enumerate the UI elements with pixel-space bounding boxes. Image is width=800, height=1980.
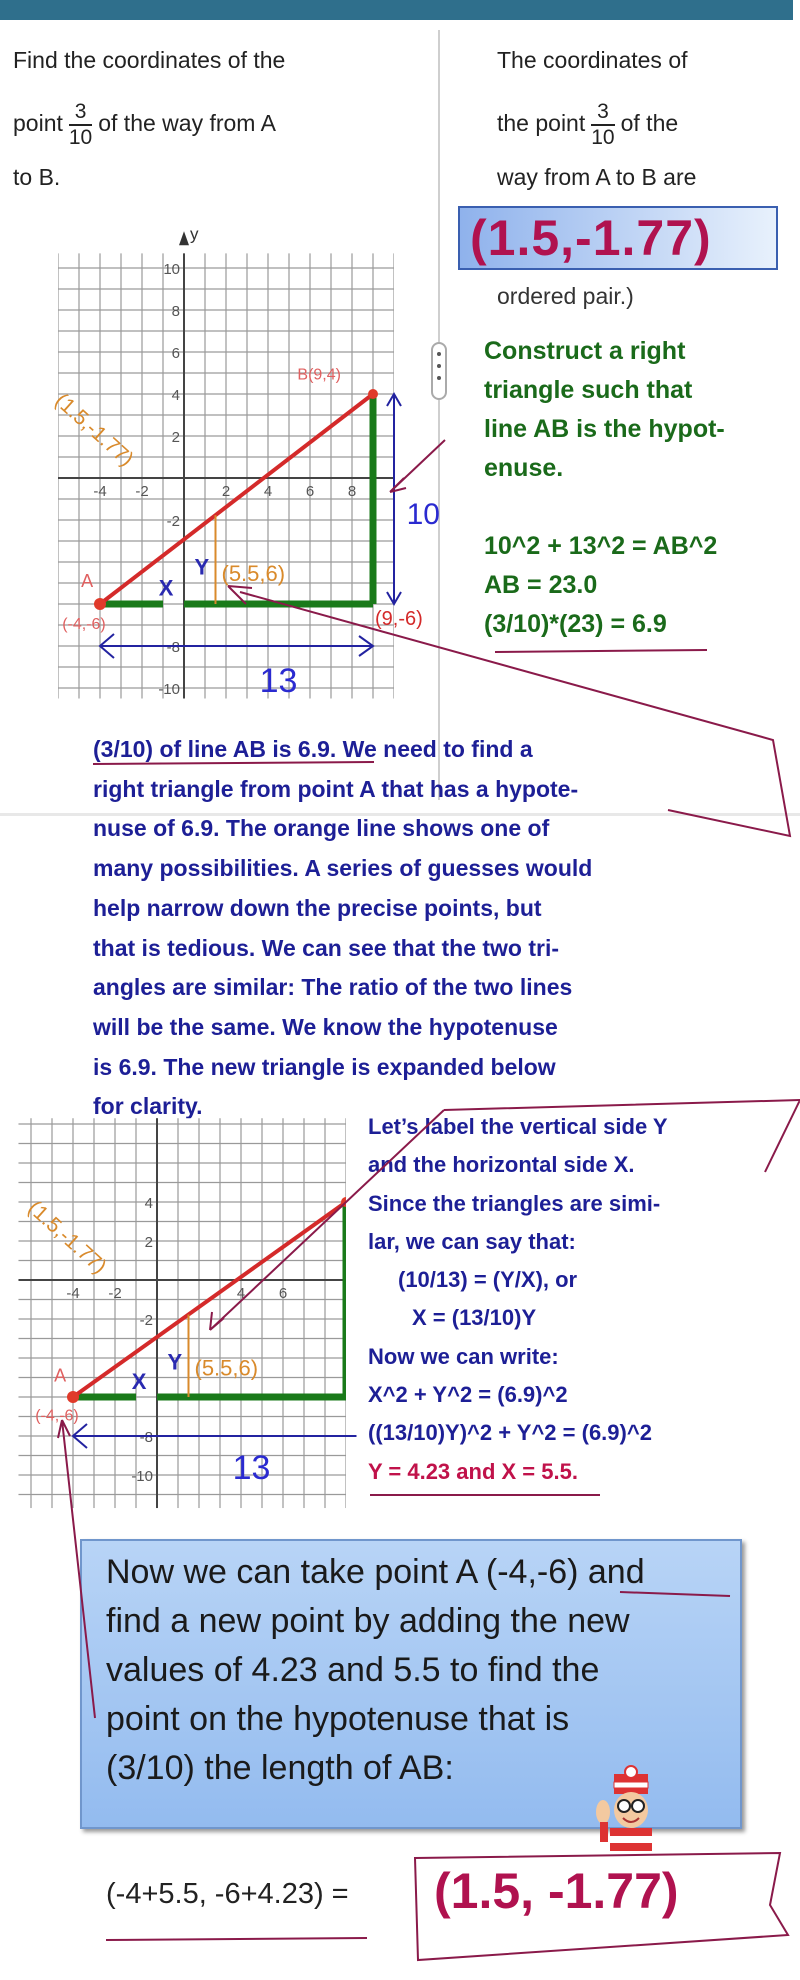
y-tick-label: 4 (172, 387, 180, 404)
y-tick-label: 4 (145, 1195, 153, 1212)
point-A (67, 1391, 79, 1403)
y-tick-label: 8 (172, 303, 180, 320)
y-tick-label: 2 (172, 429, 180, 446)
grid: -8-4-24642-2-8-10 (18, 1118, 347, 1509)
x-tick-label: 8 (348, 483, 356, 500)
underline (92, 761, 375, 765)
underline (494, 649, 708, 653)
point-A-coords: (-4,-6) (35, 1407, 79, 1424)
point-A-label: A (81, 571, 93, 591)
point-A (94, 598, 106, 610)
y-tick-label: -10 (158, 681, 180, 698)
horizontal-length-label: 13 (260, 662, 298, 700)
x-tick-label: -2 (135, 483, 148, 500)
x-tick-label: -2 (108, 1285, 121, 1302)
underline (105, 1937, 368, 1941)
y-tick-label: 2 (145, 1234, 153, 1251)
horizontal-length-label: 13 (233, 1449, 271, 1487)
y-axis-label: y (190, 224, 199, 243)
grid-bg (18, 1118, 347, 1509)
y-axis-arrow-icon (179, 231, 189, 246)
x-tick-label: 6 (279, 1285, 287, 1302)
x-side-label: X (159, 576, 174, 601)
orange-point-label: (5.5,6) (222, 561, 286, 586)
y-tick-label: 10 (163, 261, 180, 278)
corner-label: (9,-6) (375, 608, 423, 630)
point-B-label: B(9,4) (297, 366, 341, 383)
x-tick-label: -4 (66, 1285, 79, 1302)
y-tick-label: -2 (167, 513, 180, 530)
x-tick-label: 2 (222, 483, 230, 500)
y-tick-label: -2 (140, 1312, 153, 1329)
point-A-coords: (-4,-6) (62, 616, 106, 633)
y-side-label: Y (195, 555, 210, 580)
x-tick-label: -4 (93, 483, 106, 500)
y-tick-label: 6 (172, 345, 180, 362)
x-tick-label: 4 (264, 483, 272, 500)
x-tick-label: -8 (9, 483, 22, 500)
waldo-icon (596, 1765, 652, 1851)
point-B (368, 389, 378, 399)
diagram-overlay: -8 -4 -2 2 4 6 8 10 8 6 4 2 -2 -8 -10 y A (-4,-6) B(9,4) (9… (9, 224, 800, 1962)
y-tick-label: -8 (140, 1429, 153, 1446)
x-side-label: X (132, 1369, 147, 1394)
underline (619, 1591, 731, 1597)
callout-arrow (389, 439, 446, 493)
y-side-label: Y (168, 1350, 183, 1375)
y-tick-label: -10 (131, 1468, 153, 1485)
coordinate-graph-2: -8-4-24642-2-8-10A(-4,-6)(5.5,6)YX(1.5,-… (18, 1118, 357, 1509)
x-tick-label: 6 (306, 483, 314, 500)
result-outline (413, 1851, 790, 1962)
y-tick-label: -8 (167, 639, 180, 656)
orange-point-label: (5.5,6) (195, 1356, 259, 1381)
point-A-label: A (54, 1365, 66, 1385)
vertical-length-label: 10 (407, 498, 440, 531)
